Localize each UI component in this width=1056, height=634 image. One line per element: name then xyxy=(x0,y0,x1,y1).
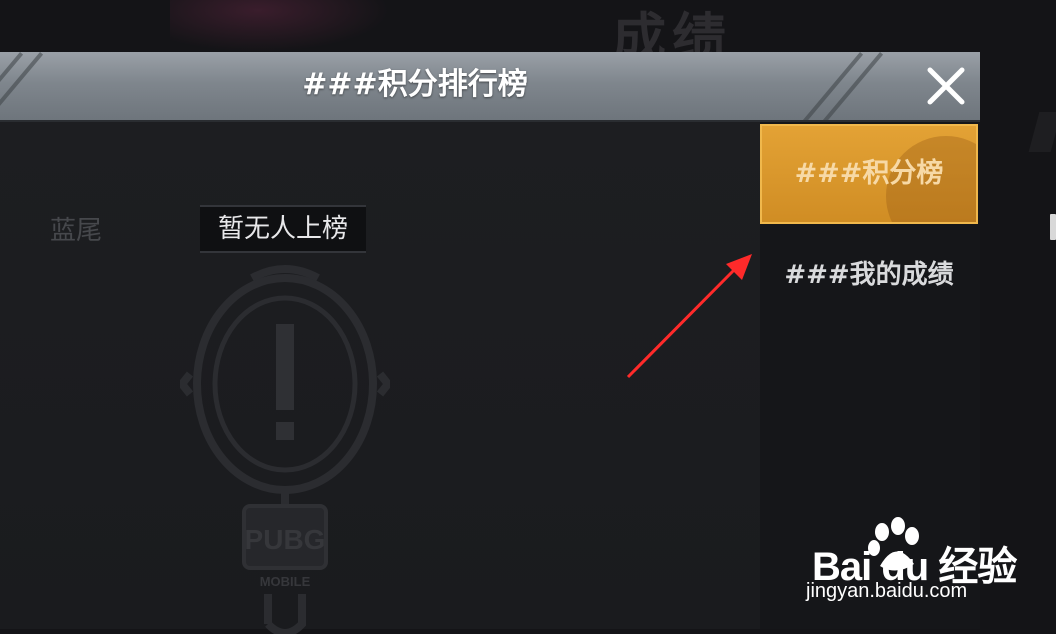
empty-status-badge: 暂无人上榜 xyxy=(200,205,366,253)
pubg-logo-text: PUBG xyxy=(245,524,326,555)
tab-my-results[interactable]: ###我的成绩 xyxy=(760,240,978,310)
background-fragment-bar xyxy=(1050,214,1056,240)
frying-pan-exclamation-icon: PUBG MOBILE xyxy=(180,265,390,634)
tab-leaderboard[interactable]: ###积分榜 xyxy=(760,124,978,224)
leaderboard-content: 蓝尾 暂无人上榜 PUBG MOBILE xyxy=(0,122,760,634)
watermark-url: jingyan.baidu.com xyxy=(806,580,968,602)
close-button[interactable] xyxy=(920,60,972,112)
background-fragment xyxy=(1028,112,1056,152)
dialog-title: ###积分排行榜 xyxy=(302,67,528,102)
background-glow xyxy=(170,0,390,52)
tab-label: ###积分榜 xyxy=(794,158,944,189)
baidu-jingyan-watermark: Bai du 经验 jingyan.baidu.com xyxy=(806,516,1056,616)
close-icon xyxy=(927,67,965,105)
dialog-titlebar: ###积分排行榜 xyxy=(0,52,980,122)
team-label: 蓝尾 xyxy=(50,216,103,246)
pubg-logo-subtext: MOBILE xyxy=(260,574,311,589)
